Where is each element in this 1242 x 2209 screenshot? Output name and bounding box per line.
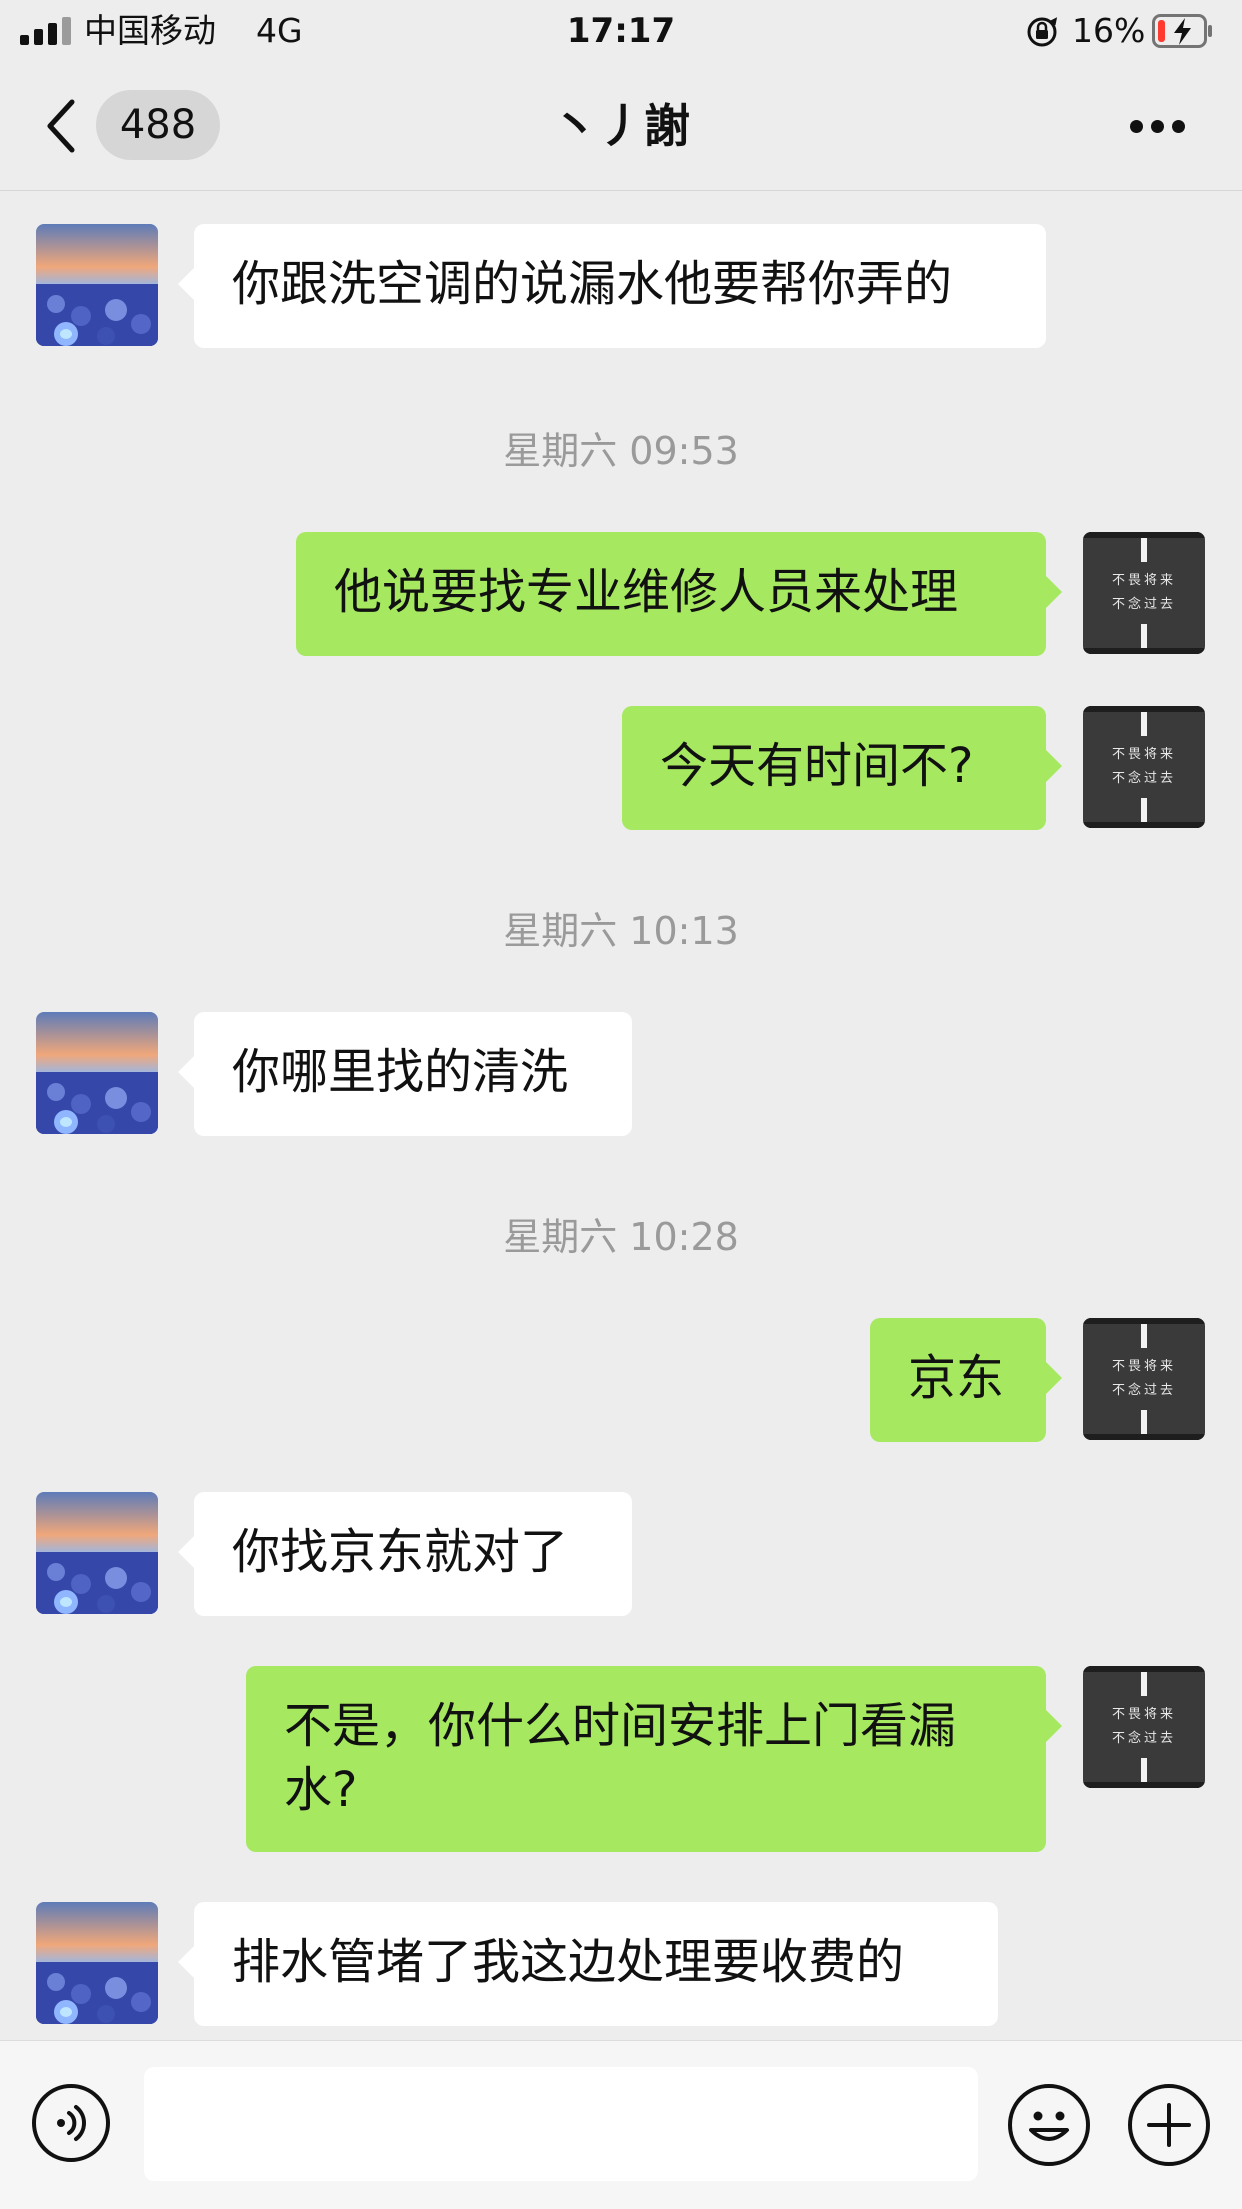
- my-avatar[interactable]: 不畏将来 不念过去: [1083, 706, 1205, 828]
- contact-avatar[interactable]: [36, 1492, 158, 1614]
- plus-icon: [1147, 2103, 1191, 2147]
- svg-text:不念过去: 不念过去: [1112, 770, 1176, 786]
- contact-avatar[interactable]: [36, 1012, 158, 1134]
- svg-text:不念过去: 不念过去: [1112, 1382, 1176, 1398]
- emoji-icon: [1029, 2111, 1069, 2141]
- my-avatar[interactable]: 不畏将来 不念过去: [1083, 1666, 1205, 1788]
- incoming-message-bubble[interactable]: 排水管堵了我这边处理要收费的: [178, 1902, 998, 2026]
- voice-button[interactable]: [32, 2084, 110, 2162]
- my-avatar[interactable]: 不畏将来 不念过去: [1083, 532, 1205, 654]
- my-avatar[interactable]: 不畏将来 不念过去: [1083, 1318, 1205, 1440]
- outgoing-message-bubble[interactable]: 今天有时间不?: [622, 706, 1062, 830]
- contact-avatar[interactable]: [36, 224, 158, 346]
- battery-icon: [1152, 14, 1212, 48]
- input-bar: [0, 2040, 1242, 2209]
- message-timestamp: 星期六 10:28: [503, 1215, 739, 1259]
- svg-text:不畏将来: 不畏将来: [1112, 1707, 1176, 1722]
- svg-text:不念过去: 不念过去: [1112, 596, 1176, 612]
- nav-bar: 488 丶丿謝: [0, 62, 1242, 191]
- chat-title: 丶丿謝: [552, 99, 690, 153]
- message-timestamp: 星期六 10:13: [503, 909, 739, 953]
- voice-icon: [57, 2105, 86, 2141]
- svg-text:不畏将来: 不畏将来: [1112, 747, 1176, 762]
- more-icon[interactable]: [1130, 120, 1186, 134]
- battery-percentage: 16%: [1072, 11, 1146, 50]
- plus-button[interactable]: [1128, 2084, 1210, 2166]
- orientation-lock-icon: [1027, 17, 1058, 47]
- status-bar: 中国移动 4G 17:17 16%: [0, 0, 1242, 62]
- incoming-message-bubble[interactable]: 你找京东就对了: [178, 1492, 632, 1616]
- outgoing-message-bubble[interactable]: 京东: [870, 1318, 1062, 1442]
- svg-text:不畏将来: 不畏将来: [1112, 573, 1176, 588]
- incoming-message-bubble[interactable]: 你跟洗空调的说漏水他要帮你弄的: [178, 224, 1046, 348]
- message-timestamp: 星期六 09:53: [503, 429, 739, 473]
- svg-text:不念过去: 不念过去: [1112, 1730, 1176, 1746]
- incoming-message-bubble[interactable]: 你哪里找的清洗: [178, 1012, 632, 1136]
- emoji-button[interactable]: [1008, 2084, 1090, 2166]
- outgoing-message-bubble[interactable]: 他说要找专业维修人员来处理: [296, 532, 1062, 656]
- svg-text:不畏将来: 不畏将来: [1112, 1359, 1176, 1374]
- outgoing-message-bubble[interactable]: 不是，你什么时间安排上门看漏水?: [246, 1666, 1062, 1852]
- message-input[interactable]: [144, 2067, 978, 2181]
- contact-avatar[interactable]: [36, 1902, 158, 2024]
